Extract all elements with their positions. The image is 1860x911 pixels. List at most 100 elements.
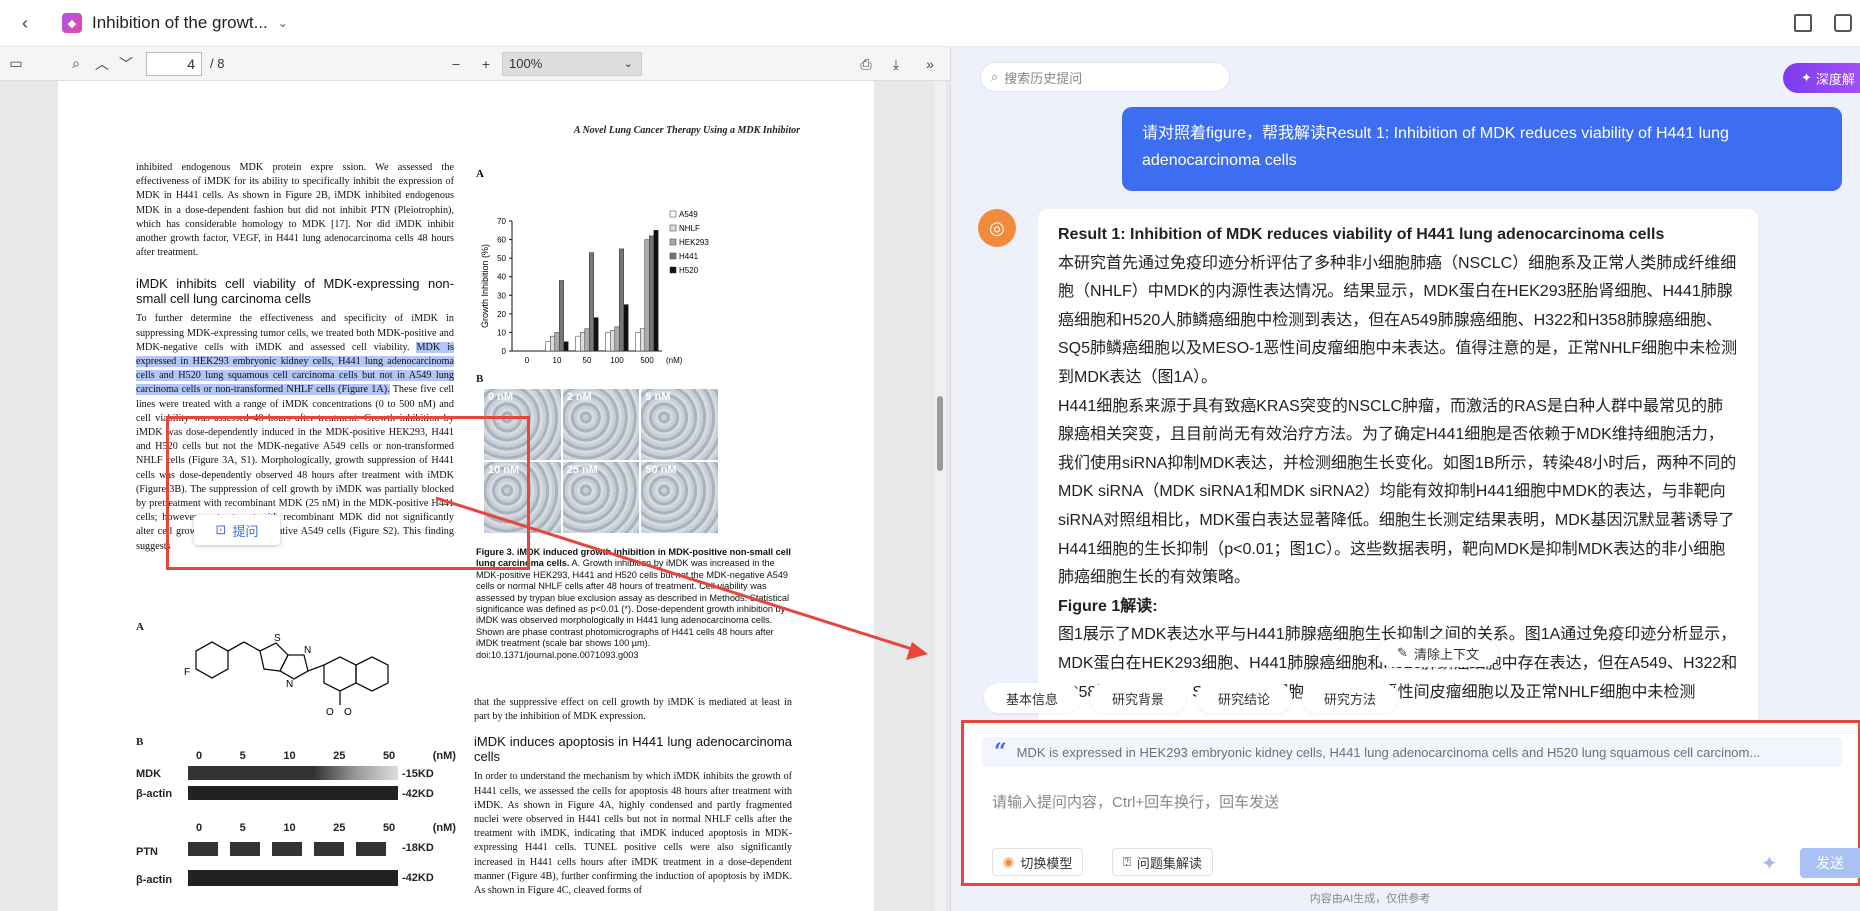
deep-analysis-button[interactable]: ✦ 深度解 (1783, 63, 1860, 93)
assistant-message: Result 1: Inhibition of MDK reduces viab… (1038, 209, 1758, 749)
section-heading: iMDK inhibits cell viability of MDK-expr… (136, 276, 454, 307)
page-number-input[interactable]: 4 (146, 51, 202, 76)
legend-label: HEK293 (679, 238, 709, 247)
download-icon[interactable]: ⤓ (886, 54, 906, 74)
sparkle-icon: ✦ (1801, 70, 1812, 85)
chat-input[interactable]: 请输入提问内容，Ctrl+回车换行，回车发送 (992, 791, 1279, 812)
switch-model-label: 切换模型 (1020, 855, 1073, 871)
history-search-input[interactable]: ⌕ 搜索历史提问 (980, 62, 1230, 92)
fullscreen-icon[interactable] (1794, 14, 1812, 32)
question-icon: ⊡ (215, 522, 227, 537)
chip-background[interactable]: 研究背景 (1090, 683, 1187, 713)
chat-input-area: “ MDK is expressed in HEK293 embryonic k… (961, 720, 1860, 886)
clear-context-button[interactable]: ✎ 清除上下文 (1378, 639, 1498, 667)
section-heading: iMDK induces apoptosis in H441 lung aden… (474, 734, 792, 765)
blot-kd-label: -15KD (402, 768, 434, 780)
answer-paragraph: H441细胞系来源于具有致癌KRAS突变的NSCLC肿瘤，而激活的RAS是白种人… (1058, 397, 1737, 587)
panel-splitter[interactable] (950, 47, 960, 911)
blot-row-label: PTN (136, 846, 158, 858)
y-tick-label: 40 (497, 273, 506, 282)
figure-panel-label: A (476, 168, 484, 180)
legend-label: H520 (679, 266, 699, 275)
next-page-icon[interactable]: ﹀ (116, 54, 136, 74)
y-tick-label: 20 (497, 310, 506, 319)
chip-basic-info[interactable]: 基本信息 (984, 683, 1081, 713)
back-icon[interactable]: ‹ (16, 13, 34, 33)
print-icon[interactable]: ⎙ (856, 54, 876, 74)
bar (575, 335, 581, 352)
legend-swatch (669, 266, 677, 274)
feedback-icon[interactable] (1834, 14, 1852, 32)
figure-3a-chart: A 0 10 20 30 40 50 60 70 Growth Inhibition (%) 0 10… (476, 167, 796, 367)
zoom-out-icon[interactable]: − (446, 54, 466, 74)
x-tick-label: 0 (525, 356, 530, 365)
page-total: / 8 (210, 56, 225, 71)
blot-row-label: MDK (136, 768, 162, 780)
dose-label: 10 (283, 822, 296, 834)
bar (610, 330, 615, 352)
pdf-toolbar: ▭ ⌕ ︿ ﹀ 4 / 8 − + 100% ⌄ ⎙ ⤓ » (0, 47, 950, 81)
blot-band (188, 766, 398, 780)
answer-subheading: Figure 1解读: (1058, 597, 1158, 615)
bar (653, 230, 659, 352)
bar (649, 235, 654, 352)
ai-disclaimer: 内容由AI生成，仅供参考 (1309, 893, 1431, 905)
blot-kd-label: -42KD (402, 872, 434, 884)
figure-panel-label: A (136, 621, 144, 633)
blot-band (188, 842, 398, 856)
bar (584, 328, 590, 352)
atom-label: O (344, 707, 352, 718)
zoom-select[interactable]: 100% ⌄ (502, 52, 642, 76)
quoted-selection: “ MDK is expressed in HEK293 embryonic k… (982, 737, 1842, 767)
chip-methods[interactable]: 研究方法 (1302, 683, 1399, 713)
search-placeholder: 搜索历史提问 (1004, 70, 1083, 86)
zoom-in-icon[interactable]: + (476, 54, 496, 74)
bar (614, 326, 620, 352)
search-icon[interactable]: ⌕ (66, 54, 86, 74)
running-head: A Novel Lung Cancer Therapy Using a MDK … (573, 125, 800, 136)
blot-row-label: β-actin (136, 874, 173, 886)
micrograph: 5 nM (641, 389, 718, 460)
ask-button[interactable]: ⊡ 提问 (194, 515, 280, 545)
user-message: 请对照着figure，帮我解读Result 1: Inhibition of M… (1122, 107, 1842, 191)
scrollbar-thumb[interactable] (937, 396, 943, 471)
figure-panel-label: B (136, 736, 144, 748)
dose-label: (nM) (432, 750, 456, 762)
bar (580, 332, 585, 352)
paragraph: inhibited endogenous MDK protein expre s… (136, 162, 454, 259)
zoom-value: 100% (509, 56, 543, 71)
pdf-viewer[interactable]: A Novel Lung Cancer Therapy Using a MDK … (0, 81, 950, 911)
paragraph: In order to understand the mechanism by … (474, 771, 792, 897)
sidebar-toggle-icon[interactable]: ▭ (6, 54, 26, 74)
switch-model-button[interactable]: ◉ 切换模型 (992, 848, 1084, 876)
chip-conclusion[interactable]: 研究结论 (1196, 683, 1293, 713)
pdf-page: A Novel Lung Cancer Therapy Using a MDK … (58, 81, 874, 911)
micrograph-label: 0 nM (488, 391, 514, 403)
more-tools-icon[interactable]: » (920, 54, 940, 74)
legend-swatch (669, 210, 677, 218)
dose-label: 5 (239, 822, 246, 834)
micrograph-label: 2 nM (566, 391, 592, 403)
answer-title: Result 1: Inhibition of MDK reduces viab… (1058, 226, 1665, 243)
x-unit-label: (nM) (666, 356, 683, 365)
chevron-down-icon[interactable]: ⌄ (278, 16, 288, 30)
pdf-scrollbar[interactable] (934, 81, 946, 911)
send-button[interactable]: 发送 (1800, 848, 1860, 878)
y-tick-label: 60 (497, 236, 506, 245)
document-title[interactable]: Inhibition of the growt... (92, 13, 268, 33)
molecule-drawing: F S N N O O (184, 633, 389, 718)
question-set-button[interactable]: ⍰ 问题集解读 (1112, 848, 1213, 876)
sparkle-icon[interactable]: ✦ (1761, 851, 1778, 876)
quote-icon: “ (994, 739, 1007, 765)
dose-label: 50 (382, 822, 396, 834)
dose-label: 5 (239, 750, 246, 762)
blot-band (188, 870, 398, 886)
y-axis-label: Growth Inhibition (%) (480, 244, 490, 328)
question-set-icon: ⍰ (1123, 854, 1131, 869)
previous-page-icon[interactable]: ︿ (92, 54, 112, 74)
bar (605, 332, 611, 352)
x-tick-label: 100 (610, 356, 624, 365)
clear-context-label: 清除上下文 (1413, 646, 1479, 662)
dose-label: 50 (382, 750, 396, 762)
dose-label: 10 (283, 750, 296, 762)
